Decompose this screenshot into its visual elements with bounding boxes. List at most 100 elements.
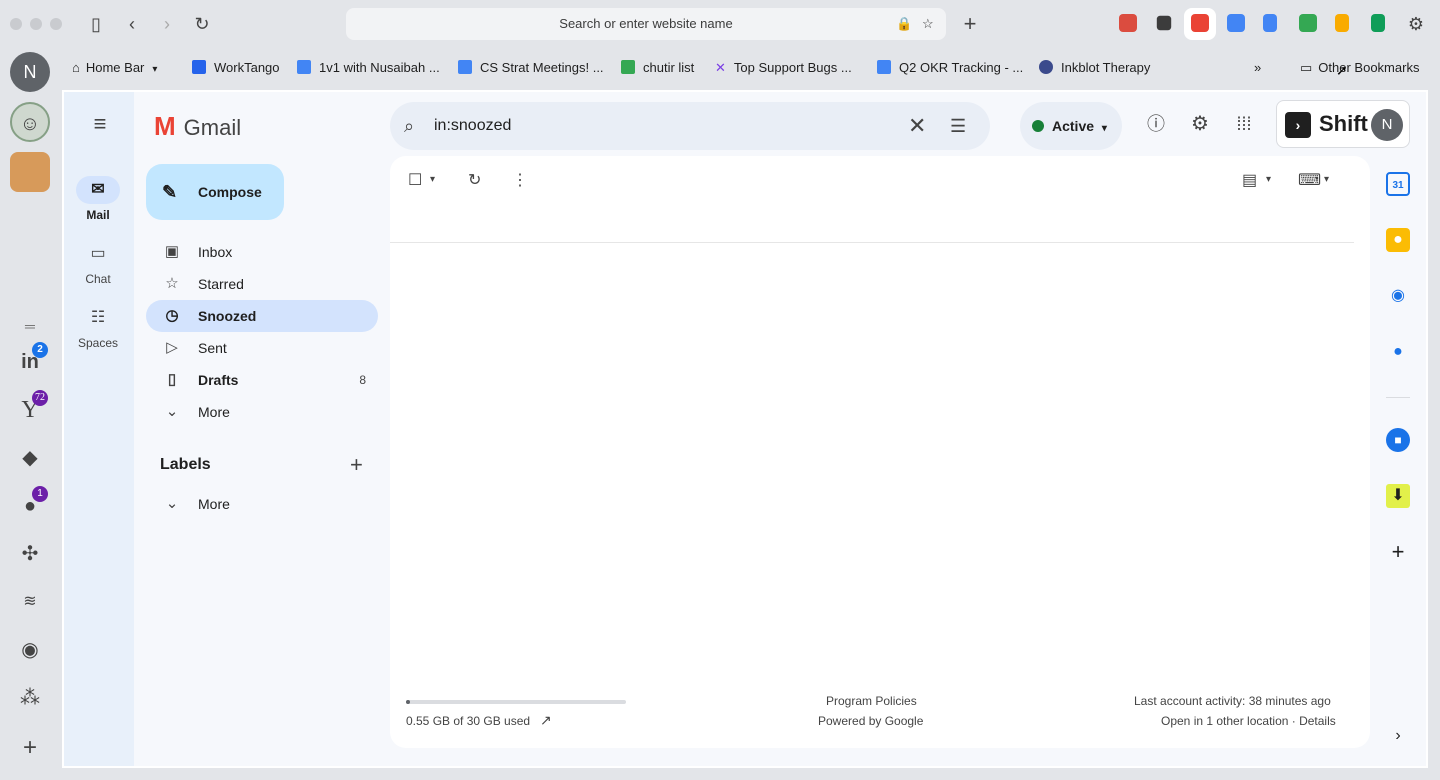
add-app-icon[interactable]: +: [10, 728, 50, 768]
keyboard-icon[interactable]: ⌨: [1298, 170, 1321, 190]
gmail-icon[interactable]: [1191, 14, 1209, 32]
download-icon[interactable]: ⬇: [1386, 484, 1410, 508]
spotify-icon[interactable]: ◉: [10, 630, 50, 670]
settings-gear-icon[interactable]: ⚙: [1404, 12, 1428, 36]
bookmark-home-bar[interactable]: ⌂ Home Bar ▾: [72, 52, 157, 84]
labels-more[interactable]: ⌄ More: [146, 488, 378, 520]
search-input[interactable]: in:snoozed: [434, 117, 511, 134]
forward-icon[interactable]: ›: [155, 12, 179, 36]
chevrons-right-icon[interactable]: »: [1254, 52, 1261, 84]
split-pane-icon[interactable]: ▤: [1242, 170, 1257, 190]
user-avatar[interactable]: N: [10, 52, 50, 92]
minimize-window-button[interactable]: [30, 18, 42, 30]
bookmark-inkblot[interactable]: Inkblot Therapy: [1039, 52, 1150, 84]
contacts-icon[interactable]: ●: [1386, 340, 1410, 364]
sidebar-toggle-icon[interactable]: ▯: [84, 12, 108, 36]
mail-icon: ✉: [76, 176, 120, 204]
asana-icon[interactable]: ⁂: [10, 678, 50, 718]
search-bar[interactable]: ⌕ in:snoozed ✕ ☰: [390, 102, 990, 150]
program-policies-link[interactable]: Program Policies: [826, 694, 917, 708]
back-icon[interactable]: ‹: [120, 12, 144, 36]
profile-photo-avatar[interactable]: ☺: [10, 102, 50, 142]
chevron-down-icon[interactable]: ▾: [1266, 174, 1271, 185]
side-panel-divider: [1386, 397, 1410, 398]
bookmark-worktango[interactable]: WorkTango: [192, 52, 280, 84]
drive-icon: [621, 60, 635, 74]
pinwheel-app-icon[interactable]: ✣: [10, 534, 50, 574]
search-options-icon[interactable]: ☰: [950, 102, 966, 150]
rail-spaces[interactable]: ☷ Spaces: [76, 304, 120, 350]
gmail-app: ≡ M Gmail ✉ Mail ▭ Chat ☷ Spaces ✎ Compos…: [62, 90, 1428, 768]
bookmark-q2-okr[interactable]: Q2 OKR Tracking - ...: [877, 52, 1023, 84]
nav-snoozed[interactable]: ◷ Snoozed: [146, 300, 378, 332]
select-all-checkbox[interactable]: ☐: [408, 170, 422, 190]
reload-icon[interactable]: ↻: [190, 12, 214, 36]
storage-bar: [406, 700, 626, 704]
expand-panel-icon[interactable]: ›: [1386, 724, 1410, 748]
draft-icon: ▯: [167, 371, 177, 388]
todoist-icon[interactable]: [1119, 14, 1137, 32]
bookmark-chutir-list[interactable]: chutir list: [621, 52, 694, 84]
close-window-button[interactable]: [10, 18, 22, 30]
messenger-icon[interactable]: ● 1: [10, 486, 50, 526]
nav-more[interactable]: ⌄ More: [146, 396, 378, 428]
cat-photo-avatar[interactable]: [10, 152, 50, 192]
bookmark-cs-strat[interactable]: CS Strat Meetings! ...: [458, 52, 604, 84]
shift-account-switcher[interactable]: › Shift N: [1276, 100, 1410, 148]
home-icon: ⌂: [72, 60, 80, 75]
drafts-count: 8: [359, 373, 366, 387]
help-icon[interactable]: ⓘ: [1144, 112, 1168, 136]
more-vert-icon[interactable]: ⋮: [512, 170, 528, 190]
refresh-icon[interactable]: ↻: [468, 170, 481, 190]
account-avatar[interactable]: N: [1371, 109, 1403, 141]
folder-icon: ▭: [1300, 60, 1313, 75]
add-addon-icon[interactable]: +: [1386, 540, 1410, 564]
wave-app-icon[interactable]: ≋: [10, 582, 50, 622]
clear-search-icon[interactable]: ✕: [908, 102, 926, 150]
diamond-app-icon[interactable]: ◆: [10, 438, 50, 478]
bookmark-1v1[interactable]: 1v1 with Nusaibah ...: [297, 52, 440, 84]
rail-mail[interactable]: ✉ Mail: [76, 176, 120, 222]
status-active-button[interactable]: Active ▾: [1020, 102, 1122, 150]
gmail-logo[interactable]: M Gmail: [154, 110, 241, 142]
linkedin-icon[interactable]: in 2: [10, 342, 50, 382]
docs-icon[interactable]: [1263, 14, 1277, 32]
clock-icon: ◷: [165, 307, 179, 324]
zoom-window-button[interactable]: [50, 18, 62, 30]
other-bookmarks[interactable]: ▭ Other Bookmarks: [1300, 52, 1419, 84]
analytics-icon[interactable]: [1335, 14, 1349, 32]
rail-chat[interactable]: ▭ Chat: [76, 240, 120, 286]
bookmark-top-support-bugs[interactable]: ✕ Top Support Bugs ...: [715, 52, 852, 84]
chevron-down-icon[interactable]: ▾: [1324, 174, 1329, 185]
url-bar[interactable]: Search or enter website name 🔒 ☆: [346, 8, 946, 40]
settings-icon[interactable]: ⚙: [1188, 112, 1212, 136]
drag-handle-icon[interactable]: ═: [10, 306, 50, 346]
layers-icon[interactable]: [1156, 15, 1172, 31]
search-icon[interactable]: ⌕: [404, 102, 414, 150]
calendar-icon[interactable]: 31: [1386, 172, 1410, 196]
details-link[interactable]: Open in 1 other location · Details: [1161, 714, 1336, 728]
chevron-down-icon: ⌄: [165, 495, 179, 512]
add-label-icon[interactable]: +: [350, 452, 363, 478]
nav-inbox[interactable]: ▣ Inbox: [146, 236, 378, 268]
calendar-icon[interactable]: [1227, 14, 1245, 32]
zoom-icon[interactable]: ■: [1386, 428, 1410, 452]
nav-drafts[interactable]: ▯ Drafts 8: [146, 364, 378, 396]
compose-button[interactable]: ✎ Compose: [146, 164, 284, 220]
x-icon: ✕: [715, 60, 726, 75]
toolbar-divider: [390, 242, 1354, 243]
tasks-icon[interactable]: ◉: [1386, 284, 1410, 308]
open-external-icon[interactable]: ↗: [540, 712, 552, 729]
nav-sent[interactable]: ▷ Sent: [146, 332, 378, 364]
apps-grid-icon[interactable]: ⁞⁞⁞: [1232, 112, 1256, 136]
sheets-icon[interactable]: [1371, 14, 1385, 32]
labels-heading: Labels: [160, 456, 211, 473]
main-menu-icon[interactable]: ≡: [88, 112, 112, 136]
yahoo-icon[interactable]: Y 72: [10, 390, 50, 430]
bookmark-star-icon[interactable]: ☆: [922, 8, 934, 40]
chevron-down-icon[interactable]: ▾: [430, 174, 435, 185]
new-tab-icon[interactable]: +: [958, 12, 982, 36]
keep-icon[interactable]: ●: [1386, 228, 1410, 252]
drive-icon[interactable]: [1299, 14, 1317, 32]
nav-starred[interactable]: ☆ Starred: [146, 268, 378, 300]
